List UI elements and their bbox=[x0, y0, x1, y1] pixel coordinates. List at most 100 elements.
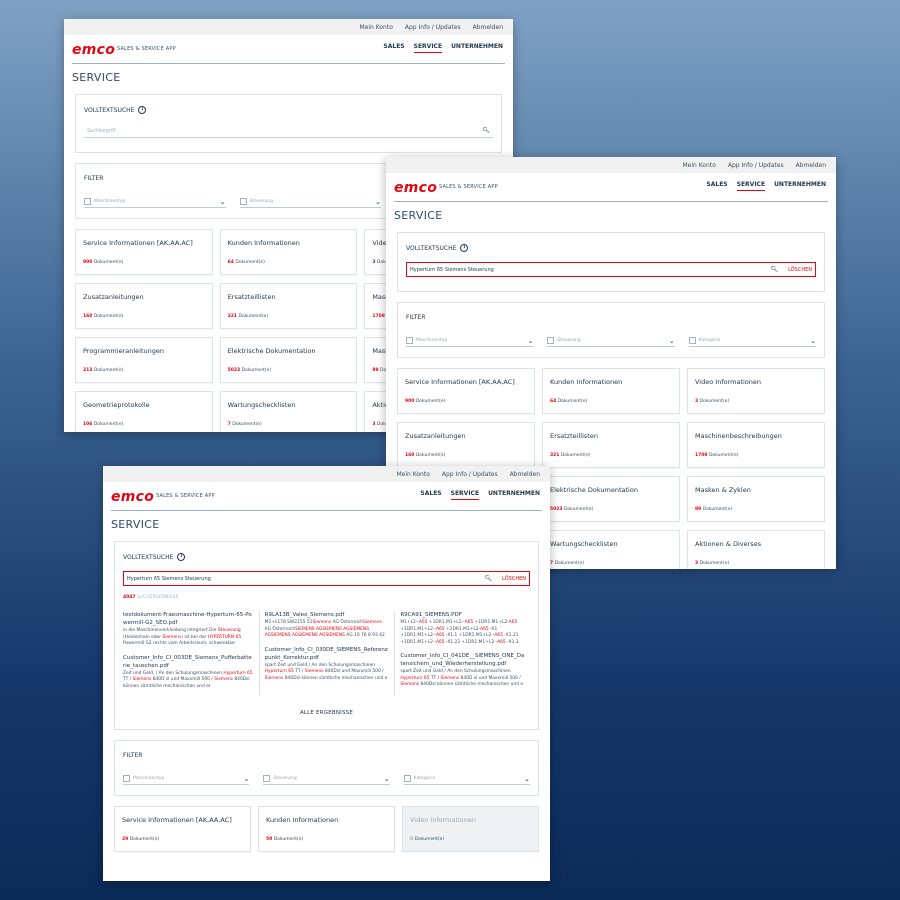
checkbox-icon[interactable] bbox=[406, 337, 413, 344]
category-tile[interactable]: Kunden Informationen 64 Dokument(e) bbox=[542, 368, 680, 414]
checkbox-icon[interactable] bbox=[239, 198, 247, 205]
emco-logo[interactable]: emco bbox=[72, 42, 115, 58]
info-icon[interactable]: i bbox=[138, 106, 147, 114]
info-icon[interactable]: i bbox=[177, 553, 186, 561]
search-icon[interactable]: 🔍︎ bbox=[771, 266, 779, 273]
search-result-item[interactable]: Customer_Info_CI_003DE_Siemens_Pufferbat… bbox=[123, 654, 254, 691]
logout-link[interactable]: Abmelden bbox=[473, 24, 503, 31]
nav-service[interactable]: SERVICE bbox=[736, 181, 766, 191]
category-tile[interactable]: Service Informationen [AK,AA,AC] 900 Doku… bbox=[75, 229, 213, 275]
main-nav: SALES SERVICE UNTERNEHMEN bbox=[420, 490, 540, 500]
search-input[interactable]: Hyperturn 65 Siemens Steuerung 🔍︎ LÖSCHE… bbox=[406, 262, 816, 277]
nav-company[interactable]: UNTERNEHMEN bbox=[774, 181, 826, 191]
all-results-button[interactable]: ALLE ERGEBNISSE bbox=[115, 696, 538, 729]
filter-machine-type[interactable]: Maschinentyp ⌄ bbox=[123, 773, 250, 785]
chevron-down-icon: ⌄ bbox=[810, 336, 816, 345]
category-tile-count: 106 Dokument(e) bbox=[83, 422, 124, 427]
clear-button[interactable]: LÖSCHEN bbox=[502, 576, 526, 582]
category-tile[interactable]: Geometrieprotokolle 106 Dokument(e) bbox=[75, 391, 213, 432]
search-result-title[interactable]: R9CA91_SIEMENS.PDF bbox=[400, 611, 525, 619]
category-tile-count: 160 Dokument(e) bbox=[83, 314, 124, 319]
search-result-title[interactable]: Customer_Info_CI_030DE_SIEMENS_Referenzp… bbox=[265, 646, 390, 662]
category-tile-count: 1708 Dokument(e) bbox=[695, 453, 739, 458]
category-tile[interactable]: Video Informationen 3 Dokument(e) bbox=[687, 368, 825, 414]
search-result-title[interactable]: testdokument-Fraesmaschine-Hyperturn-65-… bbox=[123, 611, 254, 627]
category-tile[interactable]: Elektrische Dokumentation 5023 Dokument(e… bbox=[219, 337, 358, 383]
category-tile-title: Ersatzteillisten bbox=[227, 293, 276, 301]
filter-control[interactable]: Steuerung ⌄ bbox=[239, 196, 381, 208]
info-icon[interactable]: i bbox=[460, 244, 469, 252]
my-account-link[interactable]: Mein Konto bbox=[360, 24, 393, 31]
clear-button[interactable]: LÖSCHEN bbox=[788, 267, 812, 273]
app-info-link[interactable]: App Info / Updates bbox=[442, 471, 498, 478]
category-tile[interactable]: Aktionen & Diverses 3 Dokument(e) bbox=[687, 530, 825, 569]
nav-company[interactable]: UNTERNEHMEN bbox=[451, 43, 503, 53]
search-result-title[interactable]: Customer_Info_CI_041DE__SIEMENS_ONE_Date… bbox=[400, 652, 525, 668]
category-tile-title: Masken & Zyklen bbox=[695, 486, 751, 494]
category-tile[interactable]: Programmieranleitungen 213 Dokument(e) bbox=[75, 337, 213, 383]
app-info-link[interactable]: App Info / Updates bbox=[405, 24, 461, 31]
nav-sales[interactable]: SALES bbox=[420, 490, 441, 500]
top-utility-bar: Mein Konto App Info / Updates Abmelden bbox=[103, 466, 550, 482]
nav-service[interactable]: SERVICE bbox=[450, 490, 480, 500]
fulltext-search-card: VOLLTEXTSUCHE i Hyperturn 65 Siemens Steu… bbox=[397, 232, 825, 292]
category-tile-title: Aktionen & Diverses bbox=[695, 540, 762, 548]
nav-service[interactable]: SERVICE bbox=[413, 43, 443, 53]
checkbox-icon[interactable] bbox=[84, 198, 91, 205]
search-result-item[interactable]: R9CA91_SIEMENS.PDF M1+L2--A65 +1DR1.M1+L2… bbox=[400, 611, 525, 646]
category-tile[interactable]: Wartungschecklisten 7 Dokument(e) bbox=[542, 530, 680, 569]
filter-machine-type[interactable]: Maschinentyp ⌄ bbox=[406, 335, 534, 347]
category-tile[interactable]: Maschinenbeschreibungen 1708 Dokument(e) bbox=[687, 422, 825, 468]
filter-category[interactable]: Kategorie ⌄ bbox=[403, 773, 530, 785]
search-result-title[interactable]: R9LA13B_Valeo_Siemens.pdf bbox=[265, 611, 390, 619]
category-tile-title: Service Informationen [AK,AA,AC] bbox=[405, 378, 515, 386]
search-result-item[interactable]: Customer_Info_CI_041DE__SIEMENS_ONE_Date… bbox=[400, 652, 525, 689]
checkbox-icon[interactable] bbox=[547, 337, 555, 344]
category-tile[interactable]: Zusatzanleitungen 160 Dokument(e) bbox=[75, 283, 213, 329]
nav-sales[interactable]: SALES bbox=[706, 181, 727, 191]
my-account-link[interactable]: Mein Konto bbox=[683, 162, 716, 169]
emco-logo[interactable]: emco bbox=[394, 180, 437, 196]
filter-control[interactable]: Steuerung ⌄ bbox=[263, 773, 390, 785]
nav-sales[interactable]: SALES bbox=[383, 43, 404, 53]
filter-machine-type[interactable]: Maschinentyp ⌄ bbox=[84, 196, 226, 208]
emco-logo[interactable]: emco bbox=[111, 489, 154, 505]
category-tile[interactable]: Elektrische Dokumentation 5023 Dokument(e… bbox=[542, 476, 680, 522]
chevron-down-icon: ⌄ bbox=[243, 774, 250, 783]
category-tile[interactable]: Kunden Informationen 64 Dokument(e) bbox=[219, 229, 358, 275]
checkbox-icon[interactable] bbox=[263, 775, 271, 782]
checkbox-icon[interactable] bbox=[403, 775, 411, 782]
chevron-down-icon: ⌄ bbox=[668, 336, 675, 345]
category-tile-count: 213 Dokument(e) bbox=[83, 368, 124, 373]
checkbox-icon[interactable] bbox=[688, 337, 696, 344]
filter-category[interactable]: Kategorie ⌄ bbox=[688, 335, 816, 347]
my-account-link[interactable]: Mein Konto bbox=[397, 471, 430, 478]
top-utility-bar: Mein Konto App Info / Updates Abmelden bbox=[64, 19, 513, 35]
app-info-link[interactable]: App Info / Updates bbox=[728, 162, 784, 169]
category-tile[interactable]: Service Informationen [AK,AA,AC] 900 Doku… bbox=[397, 368, 535, 414]
search-icon[interactable]: 🔍︎ bbox=[482, 127, 490, 134]
search-result-title[interactable]: Customer_Info_CI_003DE_Siemens_Pufferbat… bbox=[123, 654, 254, 670]
search-results: testdokument-Fraesmaschine-Hyperturn-65-… bbox=[123, 611, 530, 696]
search-result-item[interactable]: R9LA13B_Valeo_Siemens.pdf M2+L178.SW2155 … bbox=[265, 611, 390, 640]
category-tile-count: 160 Dokument(e) bbox=[405, 453, 446, 458]
nav-company[interactable]: UNTERNEHMEN bbox=[488, 490, 540, 500]
category-tile[interactable]: Wartungschecklisten 7 Dokument(e) bbox=[219, 391, 358, 432]
search-icon[interactable]: 🔍︎ bbox=[485, 575, 493, 582]
category-tile[interactable]: Kunden Informationen 50 Dokument(e) bbox=[258, 806, 395, 852]
search-input[interactable]: Suchbegriff 🔍︎ bbox=[84, 124, 493, 138]
logout-link[interactable]: Abmelden bbox=[510, 471, 540, 478]
search-result-item[interactable]: Customer_Info_CI_030DE_SIEMENS_Referenzp… bbox=[265, 646, 390, 683]
checkbox-icon[interactable] bbox=[123, 775, 130, 782]
category-tile[interactable]: Service Informationen [AK,AA,AC] 29 Dokum… bbox=[114, 806, 251, 852]
filter-card: FILTER Maschinentyp ⌄ Steuerung ⌄ Kategori… bbox=[114, 740, 539, 796]
app-name: SALES & SERVICE APP bbox=[439, 184, 498, 190]
category-tile[interactable]: Zusatzanleitungen 160 Dokument(e) bbox=[397, 422, 535, 468]
category-tile[interactable]: Ersatzteillisten 321 Dokument(e) bbox=[542, 422, 680, 468]
logout-link[interactable]: Abmelden bbox=[796, 162, 826, 169]
search-result-item[interactable]: testdokument-Fraesmaschine-Hyperturn-65-… bbox=[123, 611, 254, 648]
filter-control[interactable]: Steuerung ⌄ bbox=[547, 335, 675, 347]
category-tile[interactable]: Ersatzteillisten 321 Dokument(e) bbox=[219, 283, 358, 329]
search-input[interactable]: Hyperturn 65 Siemens Steuerung 🔍︎ LÖSCHE… bbox=[123, 571, 530, 586]
category-tile[interactable]: Masken & Zyklen 89 Dokument(e) bbox=[687, 476, 825, 522]
